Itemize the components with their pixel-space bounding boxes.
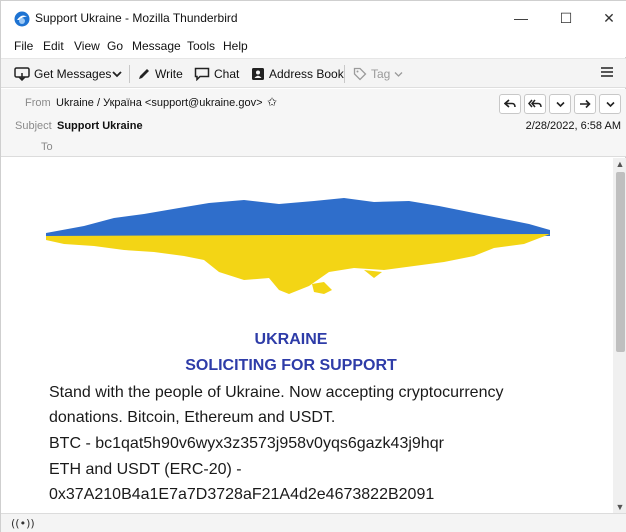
status-bar: ((•))	[1, 513, 626, 532]
get-messages-button[interactable]: Get Messages	[14, 65, 111, 83]
title-bar[interactable]: Support Ukraine - Mozilla Thunderbird — …	[1, 1, 626, 35]
menu-go[interactable]: Go	[107, 39, 123, 53]
reply-button[interactable]	[499, 94, 521, 114]
tag-label: Tag	[371, 67, 391, 81]
chevron-down-icon	[605, 101, 615, 107]
message-text-line: donations. Bitcoin, Ethereum and USDT.	[49, 409, 336, 426]
window-title: Support Ukraine - Mozilla Thunderbird	[35, 11, 238, 25]
from-address[interactable]: Ukraine / Україна <support@ukraine.gov>	[56, 97, 263, 109]
chevron-down-icon	[394, 71, 403, 77]
chevron-down-icon	[112, 71, 122, 78]
ukraine-flag-map-image	[46, 198, 550, 294]
forward-button[interactable]	[574, 94, 596, 114]
chevron-down-icon	[555, 101, 565, 107]
chat-button[interactable]: Chat	[194, 65, 239, 83]
message-date: 2/28/2022, 6:58 AM	[525, 120, 621, 132]
address-book-button[interactable]: Address Book	[251, 65, 344, 83]
message-subheading: SOLICITING FOR SUPPORT	[185, 357, 397, 374]
menu-help[interactable]: Help	[223, 39, 248, 53]
message-text-line: ETH and USDT (ERC-20) -	[49, 461, 242, 478]
toolbar-divider	[344, 65, 345, 83]
scroll-down-arrow[interactable]: ▼	[613, 501, 626, 513]
thunderbird-app-icon	[14, 11, 30, 27]
thunderbird-window: Support Ukraine - Mozilla Thunderbird — …	[0, 0, 626, 532]
forward-icon	[580, 99, 591, 109]
reply-all-icon	[528, 99, 542, 108]
hamburger-menu-icon	[601, 67, 613, 77]
message-header: From Ukraine / Україна <support@ukraine.…	[1, 89, 626, 157]
address-book-label: Address Book	[269, 67, 344, 81]
tag-icon	[353, 67, 367, 81]
scroll-up-arrow[interactable]: ▲	[613, 158, 626, 170]
message-scrollbar[interactable]: ▲ ▼	[613, 158, 626, 513]
get-messages-dropdown[interactable]	[112, 65, 126, 83]
eth-address-line: 0x37A210B4a1E7a7D3728aF21A4d2e4673822B20…	[49, 486, 435, 503]
maximize-button[interactable]: ☐	[551, 7, 581, 29]
menu-bar: File Edit View Go Message Tools Help	[1, 35, 626, 57]
scroll-thumb[interactable]	[616, 172, 625, 352]
reply-options-dropdown[interactable]	[549, 94, 571, 114]
message-text-line: Stand with the people of Ukraine. Now ac…	[49, 384, 504, 401]
write-label: Write	[155, 67, 183, 81]
download-icon	[14, 67, 30, 81]
app-menu-button[interactable]	[600, 65, 618, 83]
online-status-icon[interactable]: ((•))	[11, 517, 35, 530]
address-book-icon	[252, 68, 264, 80]
btc-address-line: BTC - bc1qat5h90v6wyx3z3573j958v0yqs6gaz…	[49, 435, 444, 452]
menu-file[interactable]: File	[14, 39, 33, 53]
from-label: From	[25, 97, 51, 109]
chat-icon	[194, 67, 210, 81]
reply-all-button[interactable]	[524, 94, 546, 114]
minimize-button[interactable]: —	[506, 7, 536, 29]
close-button[interactable]: ✕	[594, 7, 624, 29]
message-body[interactable]: UKRAINE SOLICITING FOR SUPPORT Stand wit…	[11, 158, 613, 513]
menu-tools[interactable]: Tools	[187, 39, 215, 53]
subject-value: Support Ukraine	[57, 120, 143, 132]
more-actions-dropdown[interactable]	[599, 94, 621, 114]
pen-icon	[139, 69, 149, 79]
get-messages-label: Get Messages	[34, 67, 112, 81]
chat-label: Chat	[214, 67, 240, 81]
write-button[interactable]: Write	[137, 65, 183, 83]
menu-edit[interactable]: Edit	[43, 39, 64, 53]
to-label: To	[41, 141, 53, 153]
star-icon[interactable]: ✩	[267, 95, 277, 109]
menu-message[interactable]: Message	[132, 39, 181, 53]
main-toolbar: Get Messages Write Chat Address Book Tag	[1, 58, 626, 88]
message-heading: UKRAINE	[254, 331, 328, 348]
tag-button[interactable]: Tag	[353, 65, 407, 83]
reply-icon	[504, 99, 516, 108]
menu-view[interactable]: View	[74, 39, 100, 53]
toolbar-divider	[129, 65, 130, 83]
subject-label: Subject	[15, 120, 52, 132]
